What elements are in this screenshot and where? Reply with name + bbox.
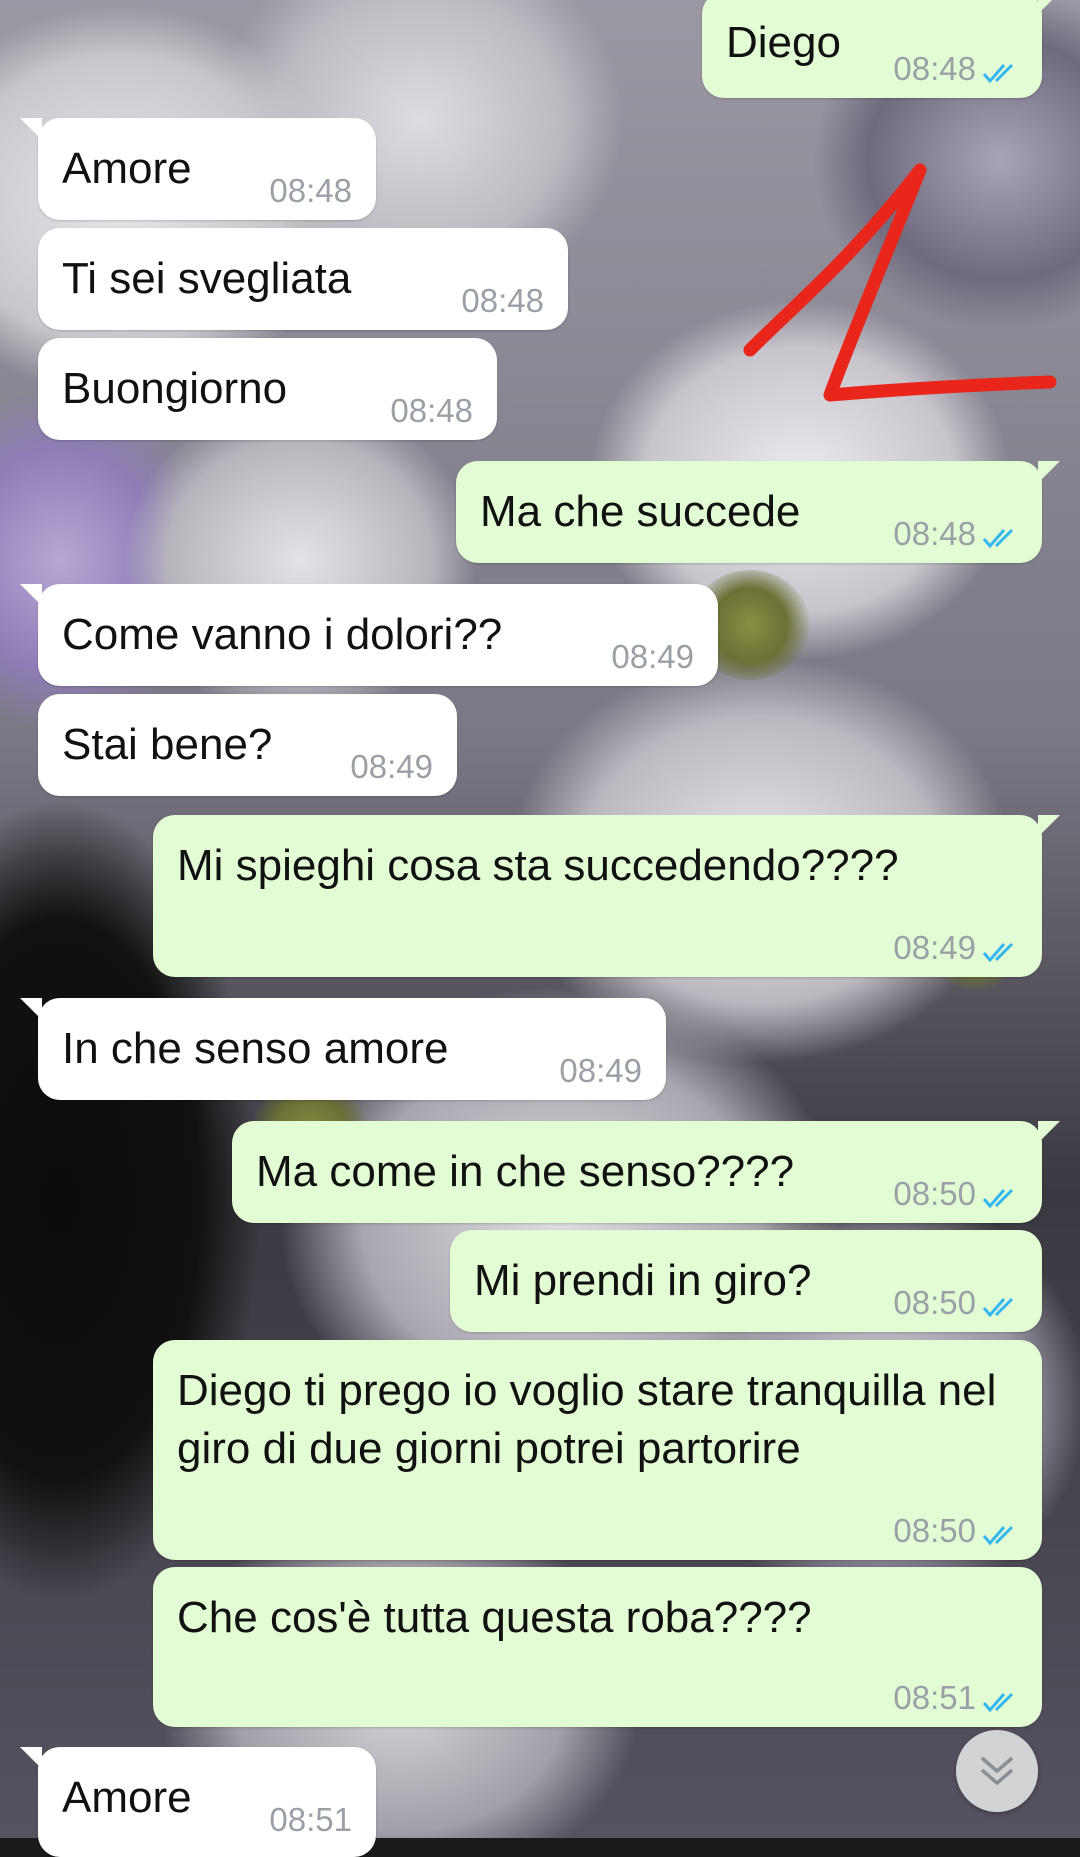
incoming-message[interactable]: Stai bene? 08:49 — [38, 694, 457, 796]
message-text: Mi prendi in giro? — [474, 1256, 812, 1305]
double-chevron-down-icon — [981, 1757, 1013, 1785]
message-meta: 08:50 — [893, 1512, 1020, 1550]
message-meta: 08:48 — [893, 50, 1020, 88]
handwritten-number-annotation — [743, 163, 1057, 402]
message-meta: 08:48 — [390, 392, 473, 430]
message-text: Ma come in che senso???? — [256, 1147, 795, 1196]
read-ticks-icon — [982, 63, 1014, 84]
message-text: Che cos'è tutta questa roba???? — [177, 1593, 812, 1642]
message-time: 08:48 — [893, 515, 976, 552]
read-ticks-icon — [982, 1297, 1014, 1318]
message-text: Mi spieghi cosa sta succedendo???? — [177, 841, 899, 890]
incoming-message[interactable]: In che senso amore 08:49 — [20, 998, 666, 1100]
message-time: 08:50 — [893, 1175, 976, 1212]
incoming-message[interactable]: Amore 08:51 — [20, 1747, 376, 1857]
message-meta: 08:50 — [893, 1284, 1020, 1322]
read-ticks-icon — [982, 942, 1014, 963]
message-time: 08:48 — [893, 50, 976, 87]
message-time: 08:49 — [893, 929, 976, 966]
message-meta: 08:49 — [559, 1052, 642, 1090]
read-ticks-icon — [982, 1525, 1014, 1546]
message-time: 08:50 — [893, 1512, 976, 1549]
message-text: Ti sei svegliata — [62, 254, 352, 303]
message-text: In che senso amore — [62, 1024, 449, 1073]
message-time: 08:49 — [611, 638, 694, 675]
message-meta: 08:48 — [461, 282, 544, 320]
outgoing-message[interactable]: Che cos'è tutta questa roba???? 08:51 — [153, 1567, 1042, 1727]
outgoing-message[interactable]: Diego 08:48 — [702, 0, 1060, 98]
message-text: Stai bene? — [62, 720, 273, 769]
message-meta: 08:48 — [893, 515, 1020, 553]
message-text: Buongiorno — [62, 364, 288, 413]
message-time: 08:49 — [350, 748, 433, 785]
read-ticks-icon — [982, 1692, 1014, 1713]
message-meta: 08:49 — [893, 929, 1020, 967]
message-time: 08:48 — [390, 392, 473, 429]
read-ticks-icon — [982, 1188, 1014, 1209]
read-ticks-icon — [982, 528, 1014, 549]
incoming-message[interactable]: Come vanno i dolori?? 08:49 — [20, 584, 718, 686]
scroll-to-bottom-button[interactable] — [956, 1730, 1038, 1812]
incoming-message[interactable]: Buongiorno 08:48 — [38, 338, 497, 440]
outgoing-message[interactable]: Mi spieghi cosa sta succedendo???? 08:49 — [153, 815, 1060, 977]
message-text: Come vanno i dolori?? — [62, 610, 503, 659]
incoming-message[interactable]: Ti sei svegliata 08:48 — [38, 228, 568, 330]
message-text: Diego ti prego io voglio stare tranquill… — [177, 1366, 997, 1473]
outgoing-message[interactable]: Ma come in che senso???? 08:50 — [232, 1121, 1060, 1223]
message-meta: 08:48 — [269, 172, 352, 210]
message-time: 08:50 — [893, 1284, 976, 1321]
message-time: 08:49 — [559, 1052, 642, 1089]
message-meta: 08:51 — [269, 1801, 352, 1839]
message-text: Diego — [726, 18, 841, 67]
message-meta: 08:50 — [893, 1175, 1020, 1213]
message-meta: 08:49 — [350, 748, 433, 786]
message-text: Amore — [62, 1773, 192, 1822]
message-text: Amore — [62, 144, 192, 193]
outgoing-message[interactable]: Diego ti prego io voglio stare tranquill… — [153, 1340, 1042, 1560]
outgoing-message[interactable]: Mi prendi in giro? 08:50 — [450, 1230, 1042, 1332]
message-text: Ma che succede — [480, 487, 801, 536]
message-meta: 08:49 — [611, 638, 694, 676]
outgoing-message[interactable]: Ma che succede 08:48 — [456, 461, 1060, 563]
message-meta: 08:51 — [893, 1679, 1020, 1717]
message-time: 08:51 — [269, 1801, 352, 1838]
message-time: 08:48 — [269, 172, 352, 209]
incoming-message[interactable]: Amore 08:48 — [20, 118, 376, 220]
message-time: 08:48 — [461, 282, 544, 319]
message-time: 08:51 — [893, 1679, 976, 1716]
